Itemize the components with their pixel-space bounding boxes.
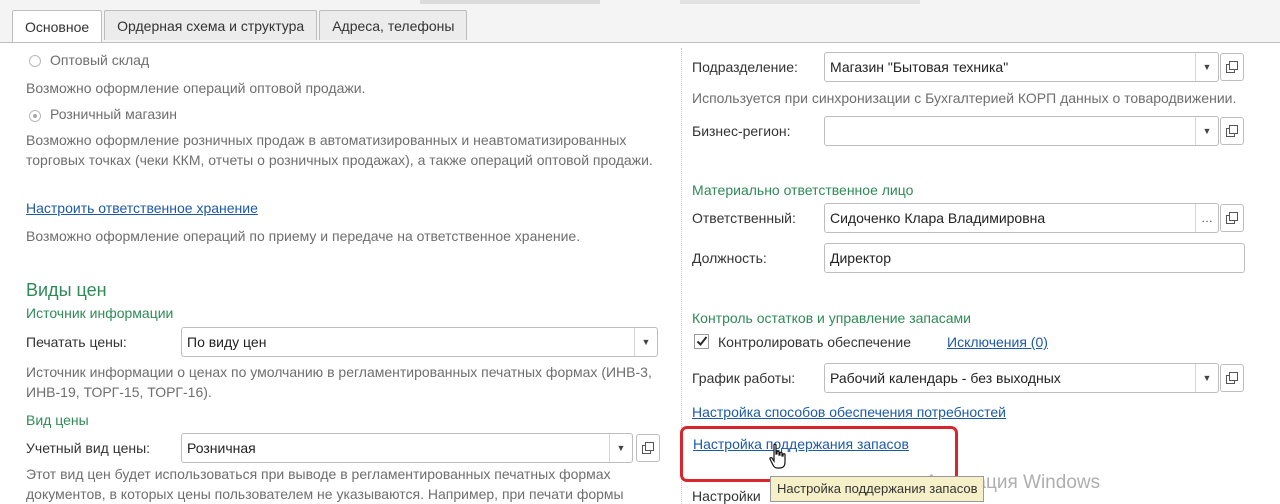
print-prices-select[interactable]: По виду цен ▼ (181, 327, 658, 357)
dropdown-arrow-icon[interactable]: ▼ (1195, 117, 1218, 145)
print-prices-value: По виду цен (187, 334, 267, 350)
supply-methods-link[interactable]: Настройка способов обеспечения потребнос… (692, 404, 1006, 420)
open-form-icon (1226, 212, 1238, 224)
tab-divider (0, 42, 1280, 43)
open-form-icon (1226, 61, 1238, 73)
position-label: Должность: (692, 250, 767, 266)
price-type-title: Вид цены (26, 412, 89, 428)
division-description: Используется при синхронизации с Бухгалт… (692, 90, 1237, 106)
info-source-description: Источник информации о ценах по умолчанию… (26, 364, 652, 400)
link-tooltip: Настройка поддержания запасов (770, 476, 985, 502)
stock-control-title: Контроль остатков и управление запасами (692, 310, 971, 326)
price-types-title: Виды цен (26, 280, 107, 300)
wholesale-radio[interactable] (29, 55, 41, 67)
open-button[interactable] (1220, 53, 1244, 81)
price-type-description: Этот вид цен будет использоваться при вы… (26, 466, 624, 502)
division-select[interactable]: Магазин "Бытовая техника" ▼ (824, 52, 1219, 82)
settings-link-partial[interactable]: Настройки (692, 488, 761, 504)
control-supply-label[interactable]: Контролировать обеспечение (718, 334, 911, 350)
business-region-select[interactable]: ▼ (824, 116, 1219, 146)
print-prices-label: Печатать цены: (26, 334, 127, 350)
division-value: Магазин "Бытовая техника" (830, 59, 1009, 75)
tab-order-scheme[interactable]: Ордерная схема и структура (104, 10, 318, 40)
blurred-top-edge (680, 0, 920, 4)
division-label: Подразделение: (692, 59, 798, 75)
open-form-icon (1226, 372, 1238, 384)
responsible-value: Сидоченко Клара Владимировна (830, 210, 1046, 226)
retail-description: Возможно оформление розничных продаж в а… (26, 132, 653, 168)
open-button[interactable] (1220, 364, 1244, 392)
open-button[interactable] (1220, 117, 1244, 145)
open-form-icon (1226, 125, 1238, 137)
dropdown-arrow-icon[interactable]: ▼ (1195, 53, 1218, 81)
open-button[interactable] (1220, 204, 1244, 232)
open-button[interactable] (636, 434, 660, 462)
retail-label[interactable]: Розничный магазин (50, 106, 177, 122)
wholesale-description: Возможно оформление операций оптовой про… (26, 80, 366, 96)
highlight-frame (680, 426, 958, 482)
open-form-icon (642, 442, 654, 454)
dropdown-arrow-icon[interactable]: ▼ (634, 328, 657, 356)
custody-description: Возможно оформление операций по приему и… (26, 228, 581, 244)
responsible-select[interactable]: Сидоченко Клара Владимировна … (824, 203, 1219, 233)
tab-main[interactable]: Основное (12, 10, 103, 42)
ellipsis-icon[interactable]: … (1195, 204, 1218, 232)
mol-title: Материально ответственное лицо (692, 182, 914, 198)
exceptions-link[interactable]: Исключения (0) (947, 334, 1048, 350)
position-value: Директор (830, 250, 891, 266)
responsible-label: Ответственный: (692, 210, 796, 226)
wholesale-label[interactable]: Оптовый склад (50, 52, 149, 68)
tab-strip: Основное Ордерная схема и структура Адре… (12, 10, 469, 42)
schedule-label: График работы: (692, 370, 796, 386)
position-input[interactable]: Директор (824, 243, 1245, 273)
hand-cursor-icon (769, 443, 786, 469)
schedule-value: Рабочий календарь - без выходных (830, 370, 1061, 386)
business-region-label: Бизнес-регион: (692, 123, 791, 139)
control-supply-checkbox[interactable] (694, 334, 709, 349)
schedule-select[interactable]: Рабочий календарь - без выходных ▼ (824, 363, 1219, 393)
blurred-top-edge (420, 0, 600, 4)
account-price-label: Учетный вид цены: (26, 440, 151, 456)
account-price-select[interactable]: Розничная ▼ (181, 433, 633, 463)
tab-addresses[interactable]: Адреса, телефоны (319, 10, 468, 40)
checkmark-icon (696, 336, 708, 346)
retail-radio[interactable] (29, 110, 41, 122)
dropdown-arrow-icon[interactable]: ▼ (609, 434, 632, 462)
info-source-title: Источник информации (26, 305, 174, 321)
custody-settings-link[interactable]: Настроить ответственное хранение (26, 200, 258, 216)
account-price-value: Розничная (187, 440, 256, 456)
dropdown-arrow-icon[interactable]: ▼ (1195, 364, 1218, 392)
